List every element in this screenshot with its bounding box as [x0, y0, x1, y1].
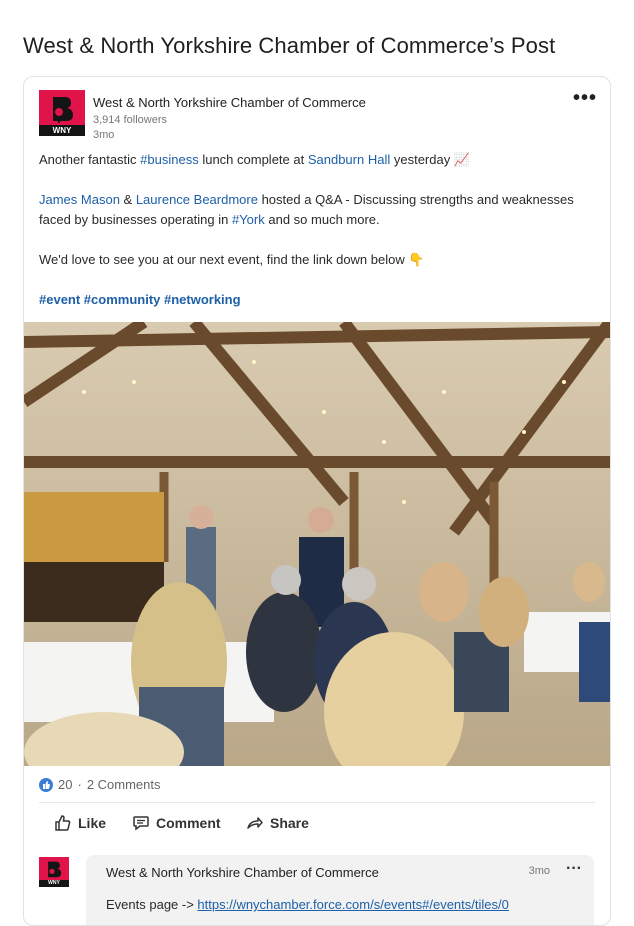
author-name[interactable]: West & North Yorkshire Chamber of Commer… — [93, 95, 366, 110]
hashtag-business-link[interactable]: #business — [140, 152, 199, 167]
thumbs-up-icon — [55, 815, 71, 831]
comment-age: 3mo — [528, 865, 550, 877]
page-title: West & North Yorkshire Chamber of Commer… — [23, 33, 556, 58]
share-arrow-icon — [247, 817, 263, 829]
commenter-logo[interactable]: WNY — [39, 857, 69, 887]
like-button[interactable]: Like — [54, 814, 106, 832]
reaction-count: 20 — [58, 777, 73, 792]
post-age: 3mo — [93, 129, 115, 141]
post-line-1: Another fantastic #business lunch comple… — [39, 152, 471, 167]
post-card: WNY West & North Yorkshire Chamber of Co… — [23, 76, 611, 926]
comment-logo-wny-label: WNY — [39, 880, 69, 887]
comment-bubble: West & North Yorkshire Chamber of Commer… — [86, 855, 594, 925]
sandburn-hall-link[interactable]: Sandburn Hall — [308, 152, 390, 167]
comment-button[interactable]: Comment — [132, 814, 221, 832]
logo-wny-label: WNY — [39, 125, 85, 136]
post-line-2: James Mason & Laurence Beardmore hosted … — [39, 192, 574, 227]
comment-more-options-icon[interactable]: ··· — [566, 860, 582, 878]
james-mason-link[interactable]: James Mason — [39, 192, 120, 207]
company-logo[interactable]: WNY — [39, 90, 85, 136]
event-photo[interactable] — [24, 322, 610, 766]
comment-count-link[interactable]: 2 Comments — [87, 777, 161, 792]
event-photo-illustration — [24, 322, 610, 766]
like-reaction-icon — [39, 777, 53, 792]
post-line-3: We'd love to see you at our next event, … — [39, 252, 425, 267]
divider — [39, 802, 595, 803]
laurence-beardmore-link[interactable]: Laurence Beardmore — [136, 192, 258, 207]
pointing-down-emoji-icon: 👇 — [408, 252, 425, 267]
comment-bubble-icon — [133, 816, 149, 831]
reactions-summary[interactable]: 20 · 2 Comments — [39, 777, 161, 792]
more-options-icon[interactable]: ••• — [573, 87, 597, 110]
share-button[interactable]: Share — [246, 814, 309, 832]
commenter-name[interactable]: West & North Yorkshire Chamber of Commer… — [106, 865, 379, 880]
follower-count: 3,914 followers — [93, 114, 167, 126]
post-hashtags[interactable]: #event #community #networking — [39, 290, 599, 310]
chart-emoji-icon: 📈 — [453, 152, 471, 167]
hashtag-york-link[interactable]: #York — [232, 212, 265, 227]
